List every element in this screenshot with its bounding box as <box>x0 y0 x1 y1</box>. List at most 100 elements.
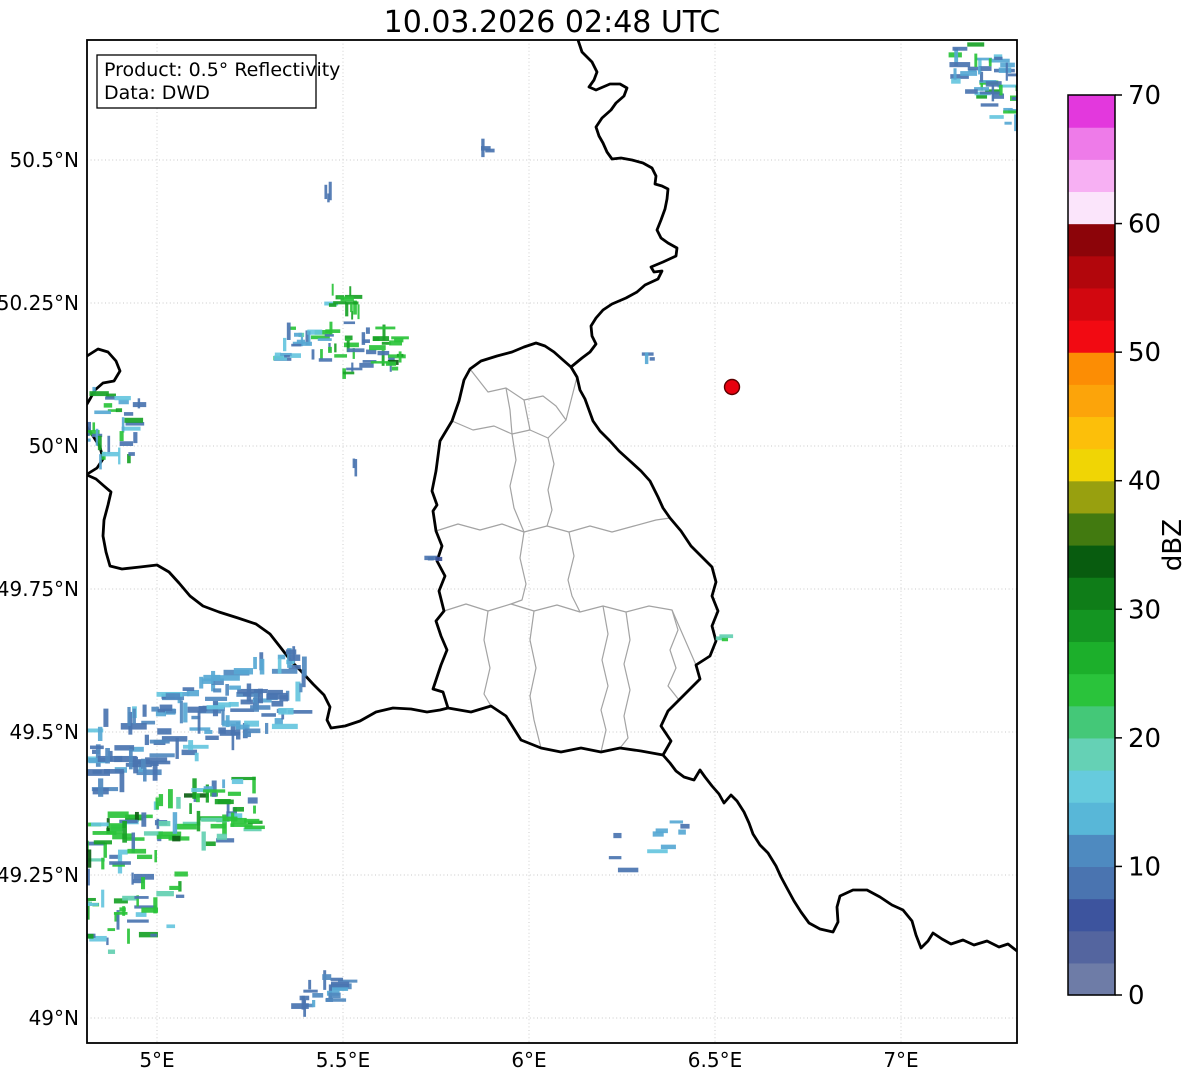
echo-streak <box>327 193 329 202</box>
echo-streak <box>324 185 327 199</box>
echo-streak <box>243 693 251 696</box>
colorbar-tick-label: 70 <box>1128 81 1161 111</box>
echo-streak <box>349 286 351 295</box>
echo-streak <box>678 829 686 834</box>
echo-streak <box>1006 63 1008 81</box>
echo-streak <box>141 812 146 826</box>
colorbar-band <box>1068 899 1115 932</box>
x-tick-label: 5°E <box>139 1048 174 1072</box>
echo-streak <box>99 454 102 469</box>
echo-streak <box>979 66 991 71</box>
echo-streak <box>94 410 111 414</box>
echo-streak <box>176 895 184 898</box>
echo-streak <box>104 769 124 774</box>
colorbar-band <box>1068 770 1115 803</box>
colorbar-band <box>1068 191 1115 224</box>
echo-streak <box>319 358 332 361</box>
echo-streak <box>272 724 298 729</box>
echo-streak <box>207 705 224 709</box>
echo-streak <box>661 845 676 849</box>
echo-streak <box>228 792 241 796</box>
colorbar-band <box>1068 127 1115 160</box>
echo-streak <box>386 362 396 366</box>
figure-title: 10.03.2026 02:48 UTC <box>384 5 721 40</box>
y-tick-label: 50.25°N <box>0 291 79 315</box>
colorbar-band <box>1068 577 1115 610</box>
echo-streak <box>150 934 157 937</box>
echo-streak <box>286 649 296 654</box>
colorbar-band <box>1068 224 1115 257</box>
echo-streak <box>156 797 159 809</box>
echo-streak <box>303 1000 306 1017</box>
echo-streak <box>232 779 243 784</box>
echo-streak <box>120 771 125 793</box>
echo-streak <box>318 338 332 341</box>
echo-streak <box>74 956 85 961</box>
colorbar-bands <box>1068 95 1115 996</box>
echo-streak <box>122 417 125 432</box>
echo-streak <box>1022 100 1032 104</box>
annotation-data-line: Data: DWD <box>104 82 210 104</box>
echo-streak <box>261 713 276 717</box>
x-tick-label: 6°E <box>511 1048 546 1072</box>
echo-streak <box>174 871 187 876</box>
echo-streak <box>108 950 115 954</box>
echo-streak <box>114 912 128 915</box>
echo-streak <box>332 284 334 296</box>
echo-streak <box>103 709 108 727</box>
y-tick-label: 49.25°N <box>0 863 79 887</box>
echo-streak <box>150 740 170 744</box>
echo-streak <box>390 365 392 372</box>
echo-streak <box>160 705 173 711</box>
echo-streak <box>328 347 332 353</box>
echo-streak <box>952 28 966 31</box>
echo-streak <box>268 690 283 695</box>
echo-streak <box>183 745 209 749</box>
echo-streak <box>114 396 130 400</box>
echo-streak <box>91 822 109 826</box>
echo-streak <box>122 821 127 843</box>
echo-streak <box>126 837 144 841</box>
echo-streak <box>325 998 346 1001</box>
y-axis-tick-labels: 50.5°N50.25°N50°N49.75°N49.5°N49.25°N49°… <box>0 148 79 1030</box>
echo-streak <box>952 29 960 32</box>
echo-streak <box>93 770 102 774</box>
echo-streak <box>98 778 103 796</box>
echo-streak <box>325 329 340 333</box>
echo-streak <box>244 819 259 823</box>
echo-streak <box>366 327 370 333</box>
echo-streak <box>116 408 122 412</box>
echo-streak <box>225 684 229 696</box>
echo-streak <box>253 657 257 669</box>
echo-streak <box>325 334 334 337</box>
echo-streak <box>271 701 283 707</box>
echo-streak <box>312 349 315 359</box>
echo-streak <box>333 301 346 304</box>
echo-streak <box>217 834 227 840</box>
echo-streak <box>166 693 180 699</box>
echo-streak <box>244 826 264 830</box>
echo-streak <box>98 727 102 741</box>
echo-streak <box>101 858 104 870</box>
echo-streak <box>103 843 106 858</box>
echo-streak <box>94 840 112 844</box>
echo-streak <box>183 703 187 723</box>
colorbar-tick-label: 10 <box>1128 852 1161 882</box>
echo-streak <box>378 351 390 355</box>
echo-streak <box>136 912 147 917</box>
echo-streak <box>967 42 984 46</box>
echo-streak <box>980 91 1000 94</box>
echo-streak <box>133 432 137 443</box>
echo-streak <box>128 452 135 456</box>
echo-streak <box>362 332 365 345</box>
colorbar-unit-label: dBZ <box>1158 519 1188 571</box>
echo-streak <box>134 896 148 899</box>
echo-streak <box>202 832 206 851</box>
x-axis-tick-labels: 5°E5.5°E6°E6.5°E7°E <box>139 1048 918 1072</box>
echo-streak <box>345 339 350 341</box>
colorbar-tick-label: 50 <box>1128 338 1161 368</box>
echo-streak <box>129 815 152 819</box>
echo-streak <box>234 668 253 674</box>
colorbar-band <box>1068 256 1115 289</box>
echo-streak <box>278 658 282 673</box>
